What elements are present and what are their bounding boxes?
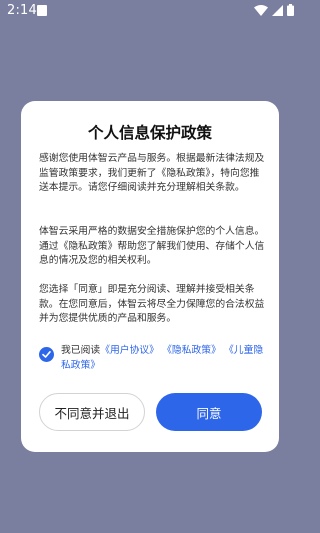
status-icons — [254, 4, 294, 16]
battery-icon — [287, 4, 294, 16]
signal-icon — [272, 4, 283, 16]
status-time: 2:14 — [7, 3, 37, 18]
wifi-icon — [254, 4, 268, 16]
privacy-policy-link[interactable]: 《隐私政策》 — [162, 345, 221, 356]
agreement-text: 我已阅读《用户协议》 《隐私政策》 《儿童隐私政策》 — [61, 343, 271, 373]
decline-exit-button[interactable]: 不同意并退出 — [39, 393, 145, 431]
intro-paragraph: 感谢您使用体智云产品与服务。根据最新法律法规及监管政策要求，我们更新了《隐私政策… — [39, 153, 265, 194]
agreement-prefix: 我已阅读 — [61, 345, 101, 356]
dialog-title: 个人信息保护政策 — [87, 124, 212, 142]
agree-button[interactable]: 同意 — [156, 393, 262, 431]
status-bar: 2:14 — [0, 0, 300, 22]
notification-square-icon — [37, 5, 47, 16]
agree-checkbox[interactable] — [39, 347, 54, 362]
checkmark-icon — [42, 351, 51, 358]
privacy-dialog: 个人信息保护政策 感谢您使用体智云产品与服务。根据最新法律法规及监管政策要求，我… — [21, 101, 279, 452]
data-security-paragraph: 体智云采用严格的数据安全措施保护您的个人信息。通过《隐私政策》帮助您了解我们使用… — [39, 226, 265, 267]
consent-paragraph: 您选择「同意」即是充分阅读、理解并接受相关条款。在您同意后，体智云将尽全力保障您… — [39, 284, 265, 325]
user-agreement-link[interactable]: 《用户协议》 — [100, 345, 159, 356]
